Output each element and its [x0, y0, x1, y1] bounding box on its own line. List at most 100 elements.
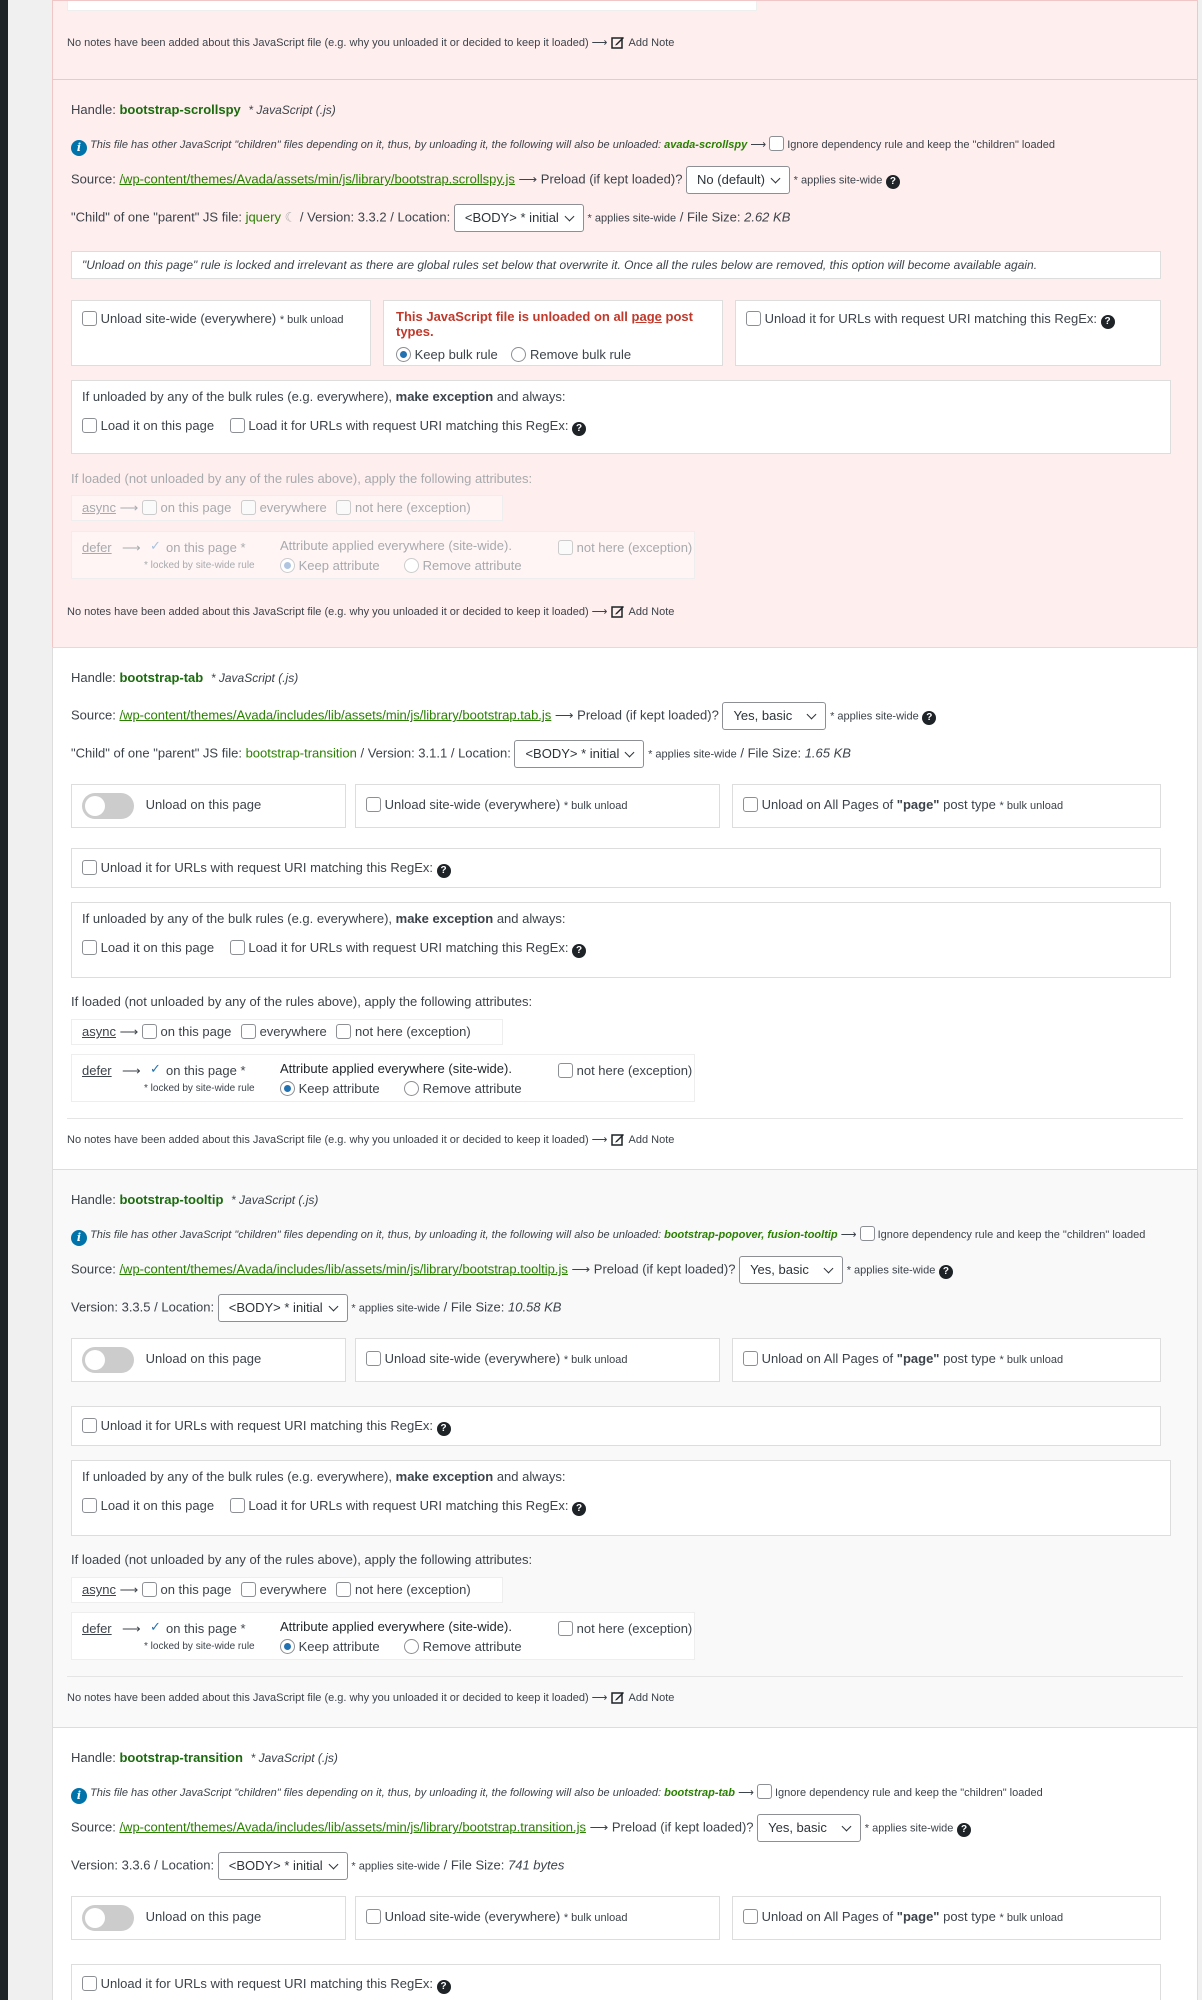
load-regex-checkbox[interactable] — [229, 1498, 245, 1513]
load-on-page-checkbox[interactable] — [82, 1498, 97, 1513]
unload-site-wide-label: Unload site-wide (everywhere) — [384, 797, 561, 812]
keep-attr-label: Keep attribute — [298, 1081, 380, 1096]
add-note-link[interactable]: Add Note — [629, 1692, 675, 1704]
keep-attr-radio[interactable] — [280, 1081, 295, 1096]
ignore-dependency-label: Ignore dependency rule and keep the "chi… — [787, 139, 1055, 151]
unload-regex-checkbox[interactable] — [746, 311, 761, 326]
parent-link[interactable]: jquery — [246, 209, 281, 224]
ignore-dependency-checkbox[interactable] — [859, 1226, 875, 1241]
unload-all-pages-checkbox[interactable] — [743, 797, 758, 812]
unload-regex-checkbox[interactable] — [82, 1418, 97, 1433]
add-note-link[interactable]: Add Note — [629, 606, 675, 618]
help-icon[interactable]: ? — [885, 175, 900, 190]
unload-all-pages-checkbox[interactable] — [743, 1909, 758, 1924]
parent-link[interactable]: bootstrap-transition — [246, 745, 357, 760]
load-on-page-checkbox[interactable] — [82, 418, 97, 433]
help-icon[interactable]: ? — [1100, 315, 1115, 329]
unload-regex-checkbox[interactable] — [82, 1976, 97, 1991]
defer-not-here-checkbox[interactable] — [558, 1063, 573, 1078]
handle-line: Handle: bootstrap-transition * JavaScrip… — [71, 1750, 338, 1765]
async-everywhere-label: everywhere — [259, 1024, 327, 1039]
ignore-dependency-checkbox[interactable] — [769, 136, 785, 151]
source-link[interactable]: /wp-content/themes/Avada/includes/lib/as… — [119, 707, 551, 722]
help-icon[interactable]: ? — [938, 1265, 953, 1280]
load-regex-checkbox[interactable] — [229, 418, 245, 433]
async-not-here-checkbox[interactable] — [336, 500, 352, 515]
unload-site-wide-box: Unload site-wide (everywhere) * bulk unl… — [355, 1338, 720, 1382]
defer-not-here-checkbox[interactable] — [558, 540, 573, 555]
async-not-here-checkbox[interactable] — [336, 1024, 352, 1039]
unload-regex-box: Unload it for URLs with request URI matc… — [71, 1964, 1161, 2000]
page-link[interactable]: page — [632, 309, 662, 324]
async-on-page-checkbox[interactable] — [141, 500, 157, 515]
edit-note-icon[interactable] — [610, 35, 625, 49]
exception-bold: make exception — [395, 1469, 494, 1484]
edit-note-icon[interactable] — [610, 604, 625, 618]
preload-select[interactable]: Yes, basic — [722, 702, 827, 730]
load-on-page-checkbox[interactable] — [82, 940, 97, 955]
handle-line: Handle: bootstrap-tooltip * JavaScript (… — [71, 1192, 318, 1207]
help-icon[interactable]: ? — [436, 1422, 451, 1436]
exception-bold: make exception — [395, 389, 494, 404]
async-not-here-checkbox[interactable] — [336, 1582, 352, 1597]
preload-select[interactable]: No (default) — [686, 166, 791, 194]
ignore-dependency-checkbox[interactable] — [756, 1784, 772, 1799]
help-icon[interactable]: ? — [922, 711, 937, 726]
async-everywhere-checkbox[interactable] — [240, 1024, 256, 1039]
defer-not-here-label: not here (exception) — [576, 1063, 693, 1078]
asset-row-bootstrap-transition: Handle: bootstrap-transition * JavaScrip… — [52, 1727, 1198, 2000]
source-link[interactable]: /wp-content/themes/Avada/includes/lib/as… — [119, 1819, 586, 1834]
location-label: Location: — [161, 1299, 215, 1315]
keep-attr-radio[interactable] — [280, 558, 295, 573]
unload-on-page-toggle[interactable] — [82, 1347, 134, 1373]
async-not-here-label: not here (exception) — [355, 1024, 471, 1039]
help-icon[interactable]: ? — [436, 864, 451, 878]
keep-attr-radio[interactable] — [280, 1639, 295, 1654]
arrow: ⟶ — [119, 1582, 139, 1597]
help-icon[interactable]: ? — [436, 1980, 451, 1994]
asset-list: No notes have been added about this Java… — [8, 0, 1202, 2000]
unload-all-pages-checkbox[interactable] — [743, 1351, 758, 1366]
unload-on-page-toggle[interactable] — [82, 1905, 134, 1931]
async-label: async — [82, 1582, 116, 1597]
preload-select[interactable]: Yes, basic — [739, 1256, 844, 1284]
remove-attr-radio[interactable] — [404, 1081, 419, 1096]
help-icon[interactable]: ? — [572, 422, 587, 436]
keep-bulk-radio[interactable] — [396, 347, 411, 362]
unload-on-page-toggle[interactable] — [82, 793, 134, 819]
defer-not-here-checkbox[interactable] — [558, 1621, 573, 1636]
location-select[interactable]: <BODY> * initial — [453, 204, 584, 232]
location-select[interactable]: <BODY> * initial — [514, 740, 645, 768]
source-link[interactable]: /wp-content/themes/Avada/assets/min/js/l… — [119, 171, 514, 186]
meta-line: "Child" of one "parent" JS file: bootstr… — [71, 740, 851, 768]
unload-site-wide-checkbox[interactable] — [366, 1909, 381, 1924]
async-everywhere-checkbox[interactable] — [240, 500, 256, 515]
remove-attr-radio[interactable] — [404, 558, 419, 573]
defer-keep: Keep attribute — [280, 1639, 380, 1654]
remove-bulk-radio[interactable] — [511, 347, 527, 362]
preload-label: ⟶ Preload (if kept loaded)? — [518, 171, 683, 187]
source-link[interactable]: /wp-content/themes/Avada/includes/lib/as… — [119, 1261, 567, 1276]
help-icon[interactable]: ? — [572, 1502, 587, 1516]
help-icon[interactable]: ? — [957, 1823, 972, 1838]
unload-site-wide-checkbox[interactable] — [366, 797, 381, 812]
meta-line: Version: 3.3.6 / Location: <BODY> * init… — [71, 1852, 564, 1880]
load-regex-checkbox[interactable] — [229, 940, 245, 955]
unload-site-wide-checkbox[interactable] — [366, 1351, 381, 1366]
async-on-page-checkbox[interactable] — [141, 1024, 157, 1039]
location-select[interactable]: <BODY> * initial — [217, 1852, 348, 1880]
edit-note-icon[interactable] — [610, 1132, 625, 1146]
location-select[interactable]: <BODY> * initial — [217, 1294, 348, 1322]
unload-regex-checkbox[interactable] — [82, 860, 97, 875]
preload-select[interactable]: Yes, basic — [757, 1814, 862, 1842]
edit-note-icon[interactable] — [610, 1690, 625, 1704]
async-everywhere-checkbox[interactable] — [240, 1582, 256, 1597]
unload-site-wide-checkbox[interactable] — [82, 311, 97, 326]
remove-attr-radio[interactable] — [404, 1639, 419, 1654]
version: Version: 3.3.2 — [307, 209, 387, 225]
add-note-link[interactable]: Add Note — [629, 37, 675, 49]
help-icon[interactable]: ? — [572, 944, 587, 958]
applies-note: * applies site-wide — [351, 1860, 441, 1873]
add-note-link[interactable]: Add Note — [629, 1134, 675, 1146]
async-on-page-checkbox[interactable] — [141, 1582, 157, 1597]
